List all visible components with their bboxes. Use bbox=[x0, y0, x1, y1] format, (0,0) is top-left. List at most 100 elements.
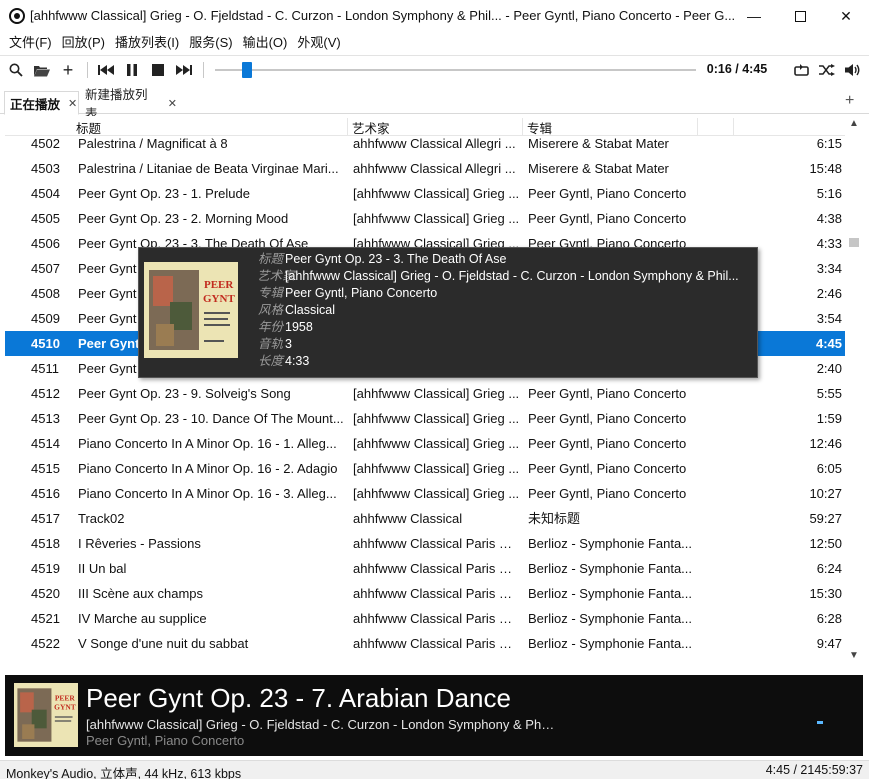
track-number: 4504 bbox=[31, 186, 60, 201]
track-duration: 6:05 bbox=[816, 461, 842, 476]
track-row[interactable]: 4503 Palestrina / Litaniae de Beata Virgi… bbox=[5, 156, 846, 181]
track-title: Peer Gynt Op. 23 - 2. Morning Mood bbox=[78, 211, 289, 226]
toolbar-separator bbox=[203, 62, 204, 78]
tooltip-line: 长度 4:33 bbox=[257, 353, 755, 370]
track-row[interactable]: 4504 Peer Gynt Op. 23 - 1. Prelude [ahhfww… bbox=[5, 181, 846, 206]
track-album: Peer Gyntl, Piano Concerto bbox=[528, 436, 687, 451]
shuffle-icon[interactable] bbox=[817, 60, 837, 80]
track-number: 4509 bbox=[31, 311, 60, 326]
tooltip-value: 1958 bbox=[285, 320, 313, 334]
track-row[interactable]: 4520 III Scène aux champs ahhfwww Classica… bbox=[5, 581, 846, 606]
column-album-header[interactable]: 专辑 bbox=[523, 118, 698, 136]
tab-close-icon[interactable]: ✕ bbox=[68, 97, 77, 110]
track-duration: 6:28 bbox=[816, 611, 842, 626]
track-album: Berlioz - Symphonie Fanta... bbox=[528, 561, 693, 576]
next-icon[interactable] bbox=[174, 60, 194, 80]
track-album: Berlioz - Symphonie Fanta... bbox=[528, 611, 693, 626]
scroll-up-icon[interactable]: ▲ bbox=[849, 118, 859, 129]
track-duration: 15:48 bbox=[809, 161, 842, 176]
track-title: II Un bal bbox=[78, 561, 127, 576]
track-title: Peer Gynt Op. 23 - 1. Prelude bbox=[78, 186, 250, 201]
close-button[interactable]: ✕ bbox=[823, 0, 869, 32]
cover-lettering: GYNT bbox=[203, 293, 235, 305]
repeat-icon[interactable] bbox=[791, 60, 811, 80]
toolbar-separator bbox=[87, 62, 88, 78]
tooltip-lines: 标题 Peer Gynt Op. 23 - 3. The Death Of Ase… bbox=[257, 251, 755, 370]
track-duration: 1:59 bbox=[816, 411, 842, 426]
column-artist-header[interactable]: 艺术家 bbox=[348, 118, 523, 136]
status-total-time: 4:45 / 2145:59:37 bbox=[765, 763, 863, 777]
track-number: 4514 bbox=[31, 436, 60, 451]
track-album: Peer Gyntl, Piano Concerto bbox=[528, 486, 687, 501]
seek-bar[interactable] bbox=[215, 69, 696, 71]
menu-playback[interactable]: 回放(P) bbox=[57, 32, 110, 54]
scrollbar-thumb[interactable] bbox=[849, 238, 859, 247]
track-number: 4520 bbox=[31, 586, 60, 601]
menu-output[interactable]: 输出(O) bbox=[238, 32, 293, 54]
minimize-button[interactable]: — bbox=[731, 0, 777, 32]
folder-open-icon[interactable] bbox=[32, 60, 52, 80]
menu-playlist[interactable]: 播放列表(I) bbox=[110, 32, 184, 54]
time-display: 0:16 / 4:45 bbox=[706, 62, 768, 76]
tab-new-playlist[interactable]: 新建播放列表 ✕ bbox=[80, 88, 177, 121]
playlist-rows: 4502 Palestrina / Magnificat à 8 ahhfwww C… bbox=[5, 131, 846, 656]
track-row[interactable]: 4521 IV Marche au supplice ahhfwww Classic… bbox=[5, 606, 846, 631]
tooltip-key: 音轨 bbox=[257, 337, 283, 351]
track-number: 4516 bbox=[31, 486, 60, 501]
tooltip-key: 风格 bbox=[257, 303, 283, 317]
track-album: Berlioz - Symphonie Fanta... bbox=[528, 586, 693, 601]
tab-now-playing[interactable]: 正在播放 ✕ bbox=[4, 91, 79, 115]
playlist-scrollbar[interactable]: ▲ ▼ bbox=[845, 116, 863, 666]
track-number: 4508 bbox=[31, 286, 60, 301]
tooltip-value: [ahhfwww Classical] Grieg - O. Fjeldstad… bbox=[285, 269, 739, 283]
track-row[interactable]: 4519 II Un bal ahhfwww Classical Paris Co.… bbox=[5, 556, 846, 581]
track-title: Piano Concerto In A Minor Op. 16 - 1. Al… bbox=[78, 436, 337, 451]
stop-icon[interactable] bbox=[148, 60, 168, 80]
maximize-button[interactable] bbox=[777, 0, 823, 32]
tooltip-line: 标题 Peer Gynt Op. 23 - 3. The Death Of Ase bbox=[257, 251, 755, 268]
pause-icon[interactable] bbox=[122, 60, 142, 80]
add-tab-button[interactable]: + bbox=[845, 92, 854, 110]
track-row[interactable]: 4512 Peer Gynt Op. 23 - 9. Solveig's Song… bbox=[5, 381, 846, 406]
toolbar: + 0:16 / 4:45 bbox=[0, 55, 869, 83]
volume-icon[interactable] bbox=[843, 60, 863, 80]
tooltip-value: Classical bbox=[285, 303, 336, 317]
tooltip-key: 长度 bbox=[257, 354, 283, 368]
column-title-header[interactable]: 标题 bbox=[72, 118, 348, 136]
tooltip-value: Peer Gyntl, Piano Concerto bbox=[285, 286, 438, 300]
cover-lettering: PEER bbox=[204, 279, 234, 291]
track-album: Peer Gyntl, Piano Concerto bbox=[528, 386, 687, 401]
tooltip-value: Peer Gynt Op. 23 - 3. The Death Of Ase bbox=[285, 252, 507, 266]
tooltip-key: 年份 bbox=[257, 320, 283, 334]
track-row[interactable]: 4518 I Rêveries - Passions ahhfwww Classic… bbox=[5, 531, 846, 556]
add-icon[interactable]: + bbox=[58, 60, 78, 80]
status-bar: Monkey's Audio, 立体声, 44 kHz, 613 kbps 4:… bbox=[0, 760, 869, 779]
app-logo-icon bbox=[9, 8, 25, 24]
track-row[interactable]: 4516 Piano Concerto In A Minor Op. 16 - 3… bbox=[5, 481, 846, 506]
menu-services[interactable]: 服务(S) bbox=[184, 32, 237, 54]
track-album: Peer Gyntl, Piano Concerto bbox=[528, 211, 687, 226]
track-album: Peer Gyntl, Piano Concerto bbox=[528, 186, 687, 201]
tooltip-line: 艺术家 [ahhfwww Classical] Grieg - O. Fjelds… bbox=[257, 268, 755, 285]
track-row[interactable]: 4522 V Songe d'une nuit du sabbat ahhfwww … bbox=[5, 631, 846, 656]
track-album: Berlioz - Symphonie Fanta... bbox=[528, 536, 693, 551]
scroll-down-icon[interactable]: ▼ bbox=[849, 650, 859, 661]
track-row[interactable]: 4505 Peer Gynt Op. 23 - 2. Morning Mood [a… bbox=[5, 206, 846, 231]
track-row[interactable]: 4514 Piano Concerto In A Minor Op. 16 - 1… bbox=[5, 431, 846, 456]
track-row[interactable]: 4515 Piano Concerto In A Minor Op. 16 - 2… bbox=[5, 456, 846, 481]
previous-icon[interactable] bbox=[96, 60, 116, 80]
track-number: 4506 bbox=[31, 236, 60, 251]
tooltip-key: 艺术家 bbox=[257, 269, 295, 283]
column-blank-header[interactable] bbox=[698, 118, 734, 136]
seek-thumb[interactable] bbox=[242, 62, 252, 78]
tab-close-icon[interactable]: ✕ bbox=[168, 97, 177, 110]
tooltip-line: 年份 1958 bbox=[257, 319, 755, 336]
track-row[interactable]: 4513 Peer Gynt Op. 23 - 10. Dance Of The … bbox=[5, 406, 846, 431]
menu-file[interactable]: 文件(F) bbox=[4, 32, 57, 54]
track-title: Palestrina / Litaniae de Beata Virginae … bbox=[78, 161, 339, 176]
search-icon[interactable] bbox=[6, 60, 26, 80]
menu-view[interactable]: 外观(V) bbox=[292, 32, 345, 54]
playlist-view[interactable]: 4502 Palestrina / Magnificat à 8 ahhfwww C… bbox=[5, 116, 866, 666]
track-row[interactable]: 4517 Track02 ahhfwww Classical 未知标题 59:27 bbox=[5, 506, 846, 531]
track-duration: 2:46 bbox=[816, 286, 842, 301]
